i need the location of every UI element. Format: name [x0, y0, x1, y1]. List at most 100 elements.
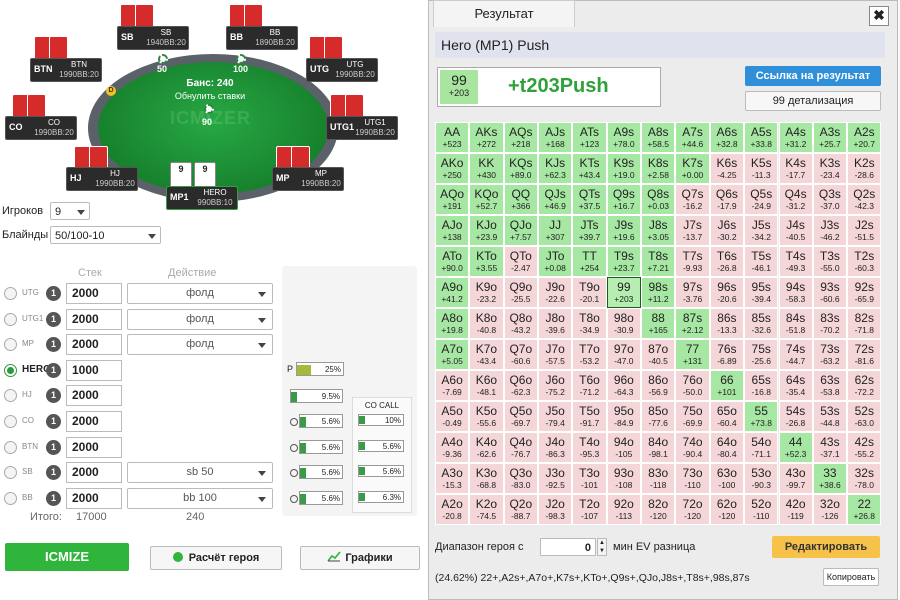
hand-cell[interactable]: 84o -98.1: [641, 432, 676, 463]
hand-cell[interactable]: 98s +11.2: [641, 277, 676, 308]
hand-cell[interactable]: A9o +41.2: [435, 277, 470, 308]
hand-cell[interactable]: J7o -57.5: [538, 339, 573, 370]
hero-radio[interactable]: [4, 389, 17, 403]
hand-cell[interactable]: KK +430: [469, 153, 504, 184]
hand-cell[interactable]: T2s -60.3: [847, 246, 882, 277]
hand-cell[interactable]: 65o -60.4: [709, 401, 744, 432]
hand-cell[interactable]: ATs +123: [572, 122, 607, 153]
hero-calc-button[interactable]: Расчёт героя: [150, 546, 282, 570]
hand-cell[interactable]: A3o -15.3: [435, 463, 470, 494]
hand-cell[interactable]: T7o -53.2: [572, 339, 607, 370]
hand-cell[interactable]: Q5o -69.7: [503, 401, 538, 432]
hand-cell[interactable]: A5s +33.8: [744, 122, 779, 153]
hand-cell[interactable]: Q4s -31.2: [778, 184, 813, 215]
hand-cell[interactable]: 65s -16.8: [744, 370, 779, 401]
hand-cell[interactable]: 98o -30.9: [606, 308, 641, 339]
hand-cell[interactable]: 86o -56.9: [641, 370, 676, 401]
seat-btn[interactable]: BTN BTN 1990BB:20: [30, 58, 102, 82]
hand-cell[interactable]: K6o -48.1: [469, 370, 504, 401]
hand-cell[interactable]: 54s -26.8: [778, 401, 813, 432]
hand-cell[interactable]: 73s -63.2: [812, 339, 848, 370]
hand-cell[interactable]: 97s -3.76: [675, 277, 710, 308]
hand-cell[interactable]: 66 +101: [709, 370, 744, 401]
seat-hero[interactable]: MP1 HERO 990BB:10: [166, 186, 238, 210]
hand-cell[interactable]: J3o -92.5: [538, 463, 573, 494]
player-count-badge[interactable]: 1: [46, 388, 61, 404]
hand-cell[interactable]: J7s -13.7: [675, 215, 710, 246]
hand-cell[interactable]: A6o -7.69: [435, 370, 470, 401]
hand-cell[interactable]: K7o -43.4: [469, 339, 504, 370]
hand-cell[interactable]: Q6o -62.3: [503, 370, 538, 401]
hand-cell[interactable]: J4o -86.3: [538, 432, 573, 463]
hand-cell[interactable]: T7s -9.93: [675, 246, 710, 277]
hand-cell[interactable]: J9s +19.6: [606, 215, 641, 246]
seat-co[interactable]: CO CO 1990BB:20: [5, 116, 77, 140]
co-call-range-box[interactable]: 5.6%: [358, 440, 404, 452]
hand-cell[interactable]: J2s -51.5: [847, 215, 882, 246]
stack-input[interactable]: 2000: [66, 411, 122, 432]
hero-radio[interactable]: [4, 491, 17, 505]
hand-cell[interactable]: K5s -11.3: [744, 153, 779, 184]
hand-cell[interactable]: J8o -39.6: [538, 308, 573, 339]
hand-cell[interactable]: K3s -23.4: [812, 153, 848, 184]
hand-cell[interactable]: K5o -55.6: [469, 401, 504, 432]
seat-mp[interactable]: MP MP 1990BB:20: [272, 167, 344, 191]
hand-cell[interactable]: QQ +366: [503, 184, 538, 215]
hand-cell[interactable]: 62o -120: [709, 494, 744, 525]
hand-cell[interactable]: KJo +23.9: [469, 215, 504, 246]
hand-cell[interactable]: J3s -46.2: [812, 215, 848, 246]
players-select[interactable]: 9: [50, 202, 90, 220]
hand-cell[interactable]: A6s +32.8: [709, 122, 744, 153]
copy-button[interactable]: Копировать: [823, 568, 879, 586]
hand-cell[interactable]: T8o -34.9: [572, 308, 607, 339]
hand-cell[interactable]: 63o -100: [709, 463, 744, 494]
hand-cell[interactable]: Q2o -88.7: [503, 494, 538, 525]
hand-cell[interactable]: T4o -95.3: [572, 432, 607, 463]
hand-cell[interactable]: T8s +7.21: [641, 246, 676, 277]
hand-cell[interactable]: 76o -50.0: [675, 370, 710, 401]
player-count-badge[interactable]: 1: [46, 362, 61, 378]
hand-cell[interactable]: AJs +168: [538, 122, 573, 153]
hand-cell[interactable]: AKo +250: [435, 153, 470, 184]
push-range-box[interactable]: 25%: [296, 362, 344, 376]
hero-radio[interactable]: [4, 415, 17, 428]
hand-cell[interactable]: AKs +272: [469, 122, 504, 153]
action-select[interactable]: фолд: [127, 283, 273, 304]
hand-cell[interactable]: QJo +7.57: [503, 215, 538, 246]
action-select[interactable]: bb 100: [127, 487, 273, 509]
hand-cell[interactable]: 32o -126: [812, 494, 848, 525]
hand-cell[interactable]: 82s -71.8: [847, 308, 882, 339]
hand-cell[interactable]: 72s -81.6: [847, 339, 882, 370]
hand-cell[interactable]: Q9o -25.5: [503, 277, 538, 308]
seat-utg1[interactable]: UTG1 UTG1 1990BB:20: [326, 116, 398, 140]
hand-cell[interactable]: A2o -20.8: [435, 494, 470, 525]
hand-cell[interactable]: A2s +20.7: [847, 122, 882, 153]
hand-cell[interactable]: 77 +131: [675, 339, 710, 370]
hand-cell[interactable]: 83s -70.2: [812, 308, 848, 339]
hand-cell[interactable]: T5s -46.1: [744, 246, 779, 277]
hand-cell[interactable]: J5o -79.4: [538, 401, 573, 432]
hand-cell[interactable]: Q2s -42.3: [847, 184, 882, 215]
hand-cell[interactable]: 22 +26.8: [847, 494, 882, 525]
hand-cell[interactable]: Q5s -24.9: [744, 184, 779, 215]
hand-cell[interactable]: K2s -28.6: [847, 153, 882, 184]
hand-cell[interactable]: T2o -107: [572, 494, 607, 525]
hand-cell[interactable]: 87s +2.12: [675, 308, 710, 339]
hand-cell[interactable]: 42s -55.2: [847, 432, 882, 463]
hand-cell[interactable]: T6o -71.2: [572, 370, 607, 401]
seat-bb[interactable]: BB BB 1890BB:20: [226, 26, 298, 50]
hand-cell[interactable]: 85s -32.6: [744, 308, 779, 339]
hand-cell[interactable]: A8o +19.8: [435, 308, 470, 339]
hand-cell[interactable]: T9s +23.7: [606, 246, 641, 277]
hand-cell[interactable]: 52s -63.0: [847, 401, 882, 432]
hand-cell[interactable]: 94o -105: [606, 432, 641, 463]
call-range-box[interactable]: 5.6%: [299, 491, 343, 505]
hand-cell[interactable]: 53s -44.8: [812, 401, 848, 432]
hand-cell[interactable]: 63s -53.8: [812, 370, 848, 401]
hand-cell[interactable]: Q8s +0.03: [641, 184, 676, 215]
hand-cell[interactable]: T6s -26.8: [709, 246, 744, 277]
hj-range-box[interactable]: 9.5%: [290, 389, 343, 403]
hand-cell[interactable]: 75s -25.6: [744, 339, 779, 370]
reset-bets-link[interactable]: Обнулить ставки: [160, 91, 260, 101]
hand-cell[interactable]: JTo +0.08: [538, 246, 573, 277]
